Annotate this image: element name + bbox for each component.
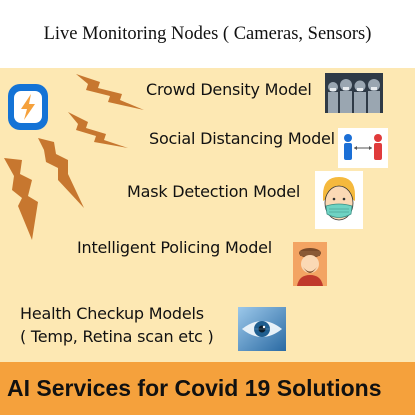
model-label-health-checkup: Health Checkup Models [20, 304, 204, 323]
power-app-icon [8, 84, 48, 130]
signal-bolt-icon [38, 138, 84, 208]
crowd-icon [325, 73, 383, 113]
model-label-mask-detection: Mask Detection Model [127, 182, 301, 201]
model-label-intelligent-policing: Intelligent Policing Model [77, 238, 273, 257]
model-label-health-checkup-detail: ( Temp, Retina scan etc ) [20, 327, 214, 346]
social-distancing-icon [338, 128, 388, 168]
mask-face-icon [315, 171, 363, 229]
model-label-social-distancing: Social Distancing Model [149, 129, 335, 148]
eye-scan-icon [238, 307, 286, 351]
police-officer-icon [293, 242, 327, 286]
signal-bolt-icon [76, 74, 144, 110]
model-label-crowd-density: Crowd Density Model [146, 80, 312, 99]
footer-banner: AI Services for Covid 19 Solutions [0, 362, 415, 415]
diagram-title: Live Monitoring Nodes ( Cameras, Sensors… [0, 0, 415, 68]
models-panel: Crowd Density Model Social Distancing Mo… [0, 68, 415, 362]
signal-bolt-icon [4, 158, 38, 240]
